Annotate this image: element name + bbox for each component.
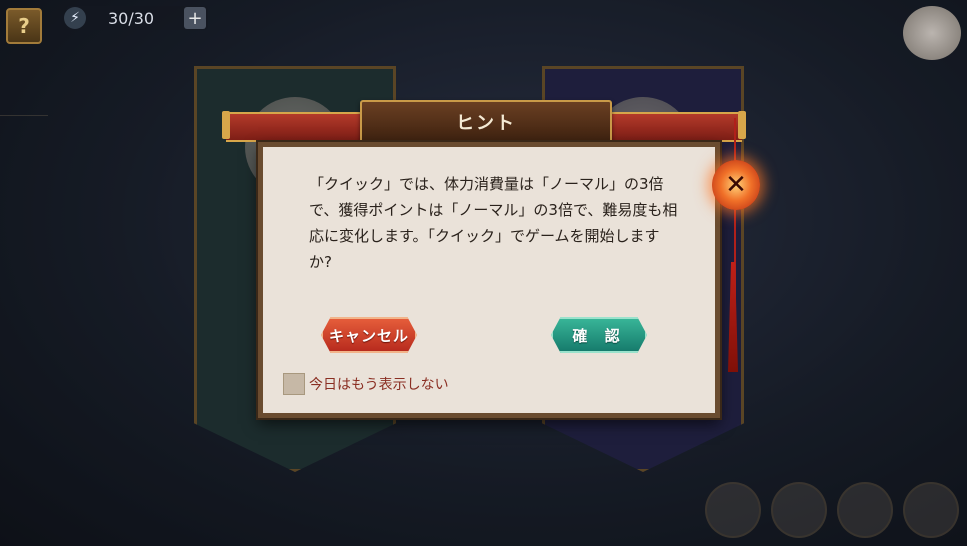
dialog-title: ヒント xyxy=(360,100,612,144)
dont-show-today-checkbox[interactable] xyxy=(283,373,305,395)
close-button[interactable]: ✕ xyxy=(712,160,760,210)
help-icon: ? xyxy=(18,14,30,38)
cancel-button[interactable]: キャンセル xyxy=(321,317,417,353)
dont-show-today-option[interactable]: 今日はもう表示しない xyxy=(283,373,449,395)
return-emblem-icon[interactable] xyxy=(903,6,961,60)
dont-show-today-label: 今日はもう表示しない xyxy=(309,377,449,393)
dialog-message: 「クイック」では、体力消費量は「ノーマル」の3倍で、獲得ポイントは「ノーマル」の… xyxy=(309,175,678,271)
close-icon: ✕ xyxy=(725,170,747,200)
stamina-display: ⚡ 30/30 + xyxy=(64,6,208,30)
help-button[interactable]: ? xyxy=(6,8,42,44)
add-stamina-button[interactable]: + xyxy=(184,7,206,29)
lightning-icon: ⚡ xyxy=(64,7,86,29)
confirm-button[interactable]: 確 認 xyxy=(551,317,647,353)
stamina-value: 30/30 xyxy=(108,8,155,28)
hint-dialog: 「クイック」では、体力消費量は「ノーマル」の3倍で、獲得ポイントは「ノーマル」の… xyxy=(258,142,720,418)
